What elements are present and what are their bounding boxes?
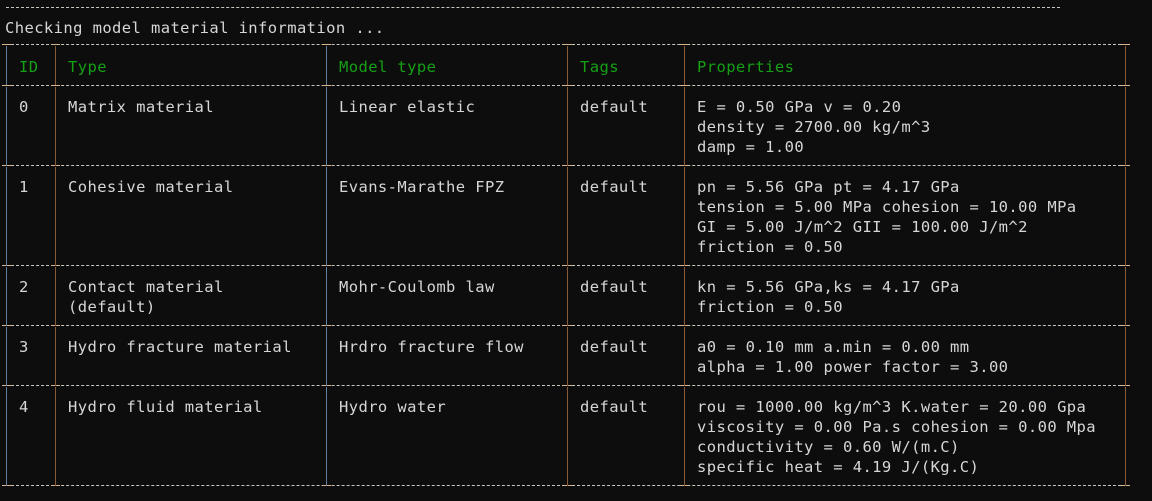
cell-id: 2 [19,278,29,296]
column-separator [326,167,327,266]
rule-junction [680,44,689,45]
column-separator [684,327,685,386]
property-line: GI = 5.00 J/m^2 GII = 100.00 J/m^2 [697,218,1028,236]
rule-junction [563,85,572,86]
column-separator [55,46,56,85]
column-separator [6,167,7,266]
column-separator [567,167,568,266]
cell-model-type: Hrdro fracture flow [339,338,524,356]
rule-junction [1121,85,1130,86]
column-separator [684,167,685,266]
property-line: friction = 0.50 [697,238,843,256]
cell-tags: default [580,98,649,116]
property-line: pn = 5.56 GPa pt = 4.17 GPa [697,178,960,196]
cell-properties: kn = 5.56 GPa,ks = 4.17 GPa friction = 0.… [697,277,960,317]
property-line: damp = 1.00 [697,138,805,156]
cell-type: Matrix material [68,98,214,116]
column-separator [326,267,327,326]
cell-tags: default [580,178,649,196]
cell-properties: pn = 5.56 GPa pt = 4.17 GPa tension = 5.0… [697,177,1077,257]
column-separator [55,167,56,266]
column-separator [684,387,685,486]
column-separator [6,87,7,166]
column-separator [567,46,568,85]
column-separator [1125,87,1126,166]
column-separator [55,387,56,486]
property-line: kn = 5.56 GPa,ks = 4.17 GPa [697,278,960,296]
column-header-id: ID [19,58,39,76]
column-separator [6,327,7,386]
cell-model-type: Evans-Marathe FPZ [339,178,505,196]
column-separator [326,87,327,166]
column-separator [1125,167,1126,266]
cell-id: 1 [19,178,29,196]
column-header-tags: Tags [580,58,619,76]
rule-junction [680,85,689,86]
rule-junction [51,85,60,86]
column-separator [684,46,685,85]
cell-properties: E = 0.50 GPa v = 0.20 density = 2700.00 k… [697,97,931,157]
property-line: viscosity = 0.00 Pa.s cohesion = 0.00 Mp… [697,418,1097,436]
column-separator [55,267,56,326]
rule-junction [51,44,60,45]
column-separator [55,87,56,166]
cell-type: Hydro fracture material [68,338,292,356]
column-separator [326,327,327,386]
column-separator [684,87,685,166]
column-separator [567,387,568,486]
cell-id: 0 [19,98,29,116]
column-separator [567,327,568,386]
status-message: Checking model material information ... [5,19,385,37]
cell-model-type: Linear elastic [339,98,476,116]
column-separator [567,87,568,166]
property-line: tension = 5.00 MPa cohesion = 10.00 MPa [697,198,1077,216]
property-line: a0 = 0.10 mm a.min = 0.00 mm [697,338,970,356]
rule-junction [563,44,572,45]
rule-junction [322,44,331,45]
cell-tags: default [580,278,649,296]
cell-properties: a0 = 0.10 mm a.min = 0.00 mm alpha = 1.00… [697,337,1008,377]
column-separator [326,387,327,486]
rule-junction [1121,44,1130,45]
rule-junction [2,85,11,86]
property-line: friction = 0.50 [697,298,843,316]
column-separator [326,46,327,85]
cell-type: Cohesive material [68,178,234,196]
column-separator [1125,267,1126,326]
column-separator [1125,46,1126,85]
column-separator [6,46,7,85]
property-line: alpha = 1.00 power factor = 3.00 [697,358,1009,376]
cell-tags: default [580,338,649,356]
column-header-model-type: Model type [339,58,437,76]
property-line: specific heat = 4.19 J/(Kg.C) [697,458,980,476]
column-separator [55,327,56,386]
model-material-table: ID Type Model type Tags Properties 0 Mat… [2,44,1130,486]
cell-id: 3 [19,338,29,356]
top-divider-rule [6,7,1060,8]
column-separator [1125,387,1126,486]
cell-type: Hydro fluid material [68,398,263,416]
cell-type: Contact material (default) [68,278,224,316]
property-line: conductivity = 0.60 W/(m.C) [697,438,960,456]
column-separator [1125,327,1126,386]
column-separator [567,267,568,326]
property-line: density = 2700.00 kg/m^3 [697,118,931,136]
cell-id: 4 [19,398,29,416]
cell-tags: default [580,398,649,416]
terminal-window: Checking model material information ... [0,0,1152,501]
column-separator [6,267,7,326]
property-line: rou = 1000.00 kg/m^3 K.water = 20.00 Gpa [697,398,1087,416]
rule-junction [322,85,331,86]
column-header-type: Type [68,58,107,76]
rule-junction [2,44,11,45]
column-separator [684,267,685,326]
column-header-properties: Properties [697,58,795,76]
cell-properties: rou = 1000.00 kg/m^3 K.water = 20.00 Gpa… [697,397,1096,477]
property-line: E = 0.50 GPa v = 0.20 [697,98,902,116]
column-separator [6,387,7,486]
cell-model-type: Mohr-Coulomb law [339,278,495,296]
cell-model-type: Hydro water [339,398,447,416]
